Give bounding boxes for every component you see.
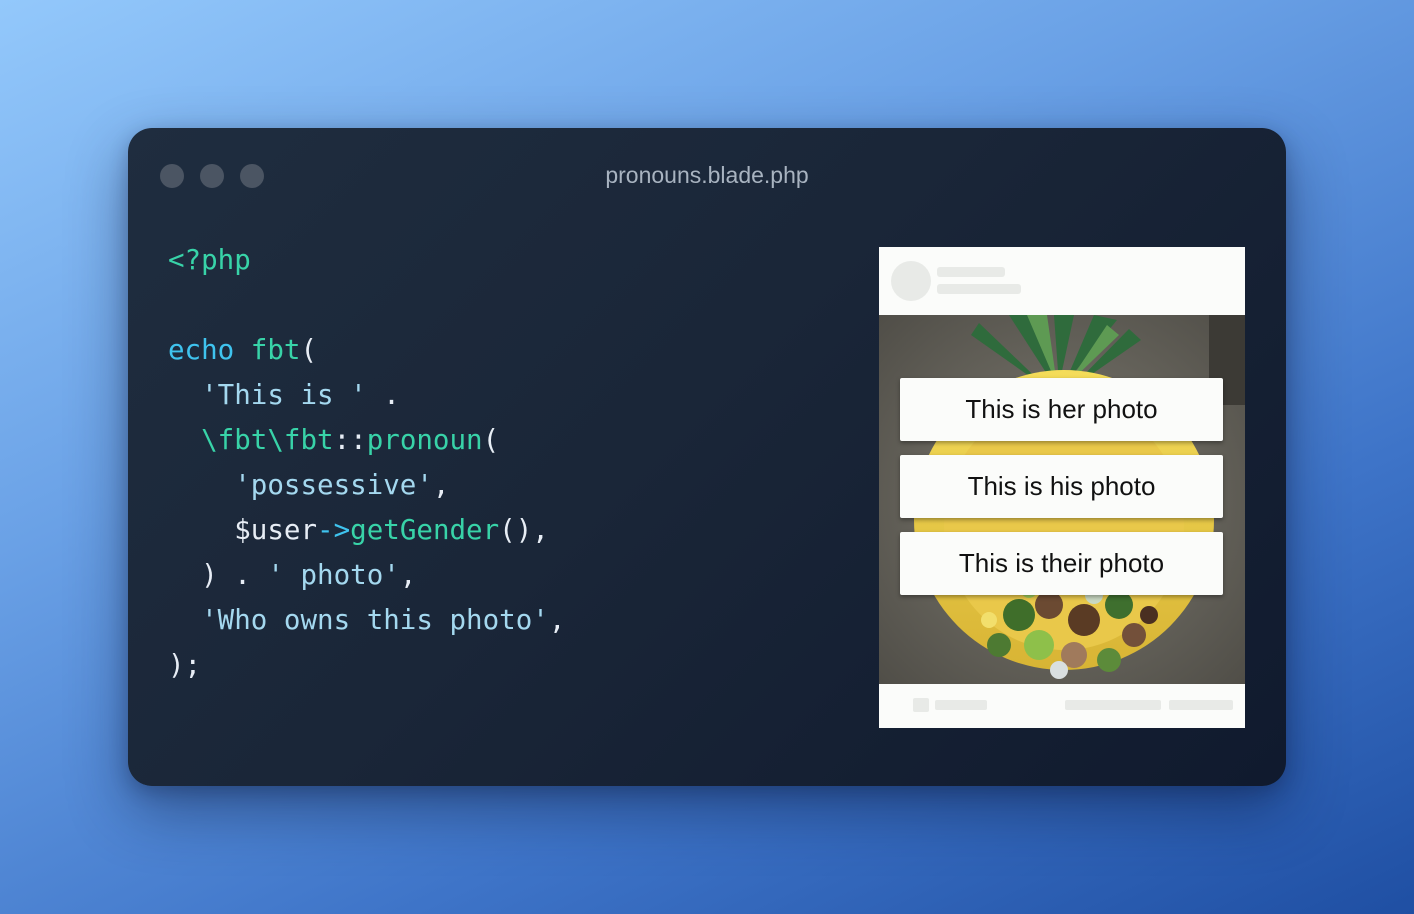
code-token: ); [168,649,202,681]
code-line: <?php [168,238,565,283]
code-token: , [432,469,450,501]
name-placeholder [937,267,1005,277]
code-token: ( [482,424,500,456]
post-footer-placeholder [879,684,1245,728]
code-token: , [548,604,566,636]
code-token: . [366,379,400,411]
code-token: ) . [201,559,268,591]
code-token: pronoun [366,424,483,456]
code-token: 'possessive' [234,469,433,501]
like-count-placeholder [935,700,987,710]
code-token: 'Who owns this photo' [201,604,549,636]
code-token: ' photo' [267,559,400,591]
code-block: <?php echo fbt( 'This is ' . \fbt\fbt::pr… [168,238,565,688]
code-line: ) . ' photo', [168,553,565,598]
like-placeholder [913,698,929,712]
code-line: \fbt\fbt::pronoun( [168,418,565,463]
code-token: fbt [250,334,301,366]
code-line: 'This is ' . [168,373,565,418]
comments-placeholder [1065,700,1161,710]
pineapple-food-photo: This is her photo This is his photo This… [879,315,1245,684]
code-token: -> [317,514,351,546]
option-his-photo[interactable]: This is his photo [900,455,1223,518]
code-token: <?php [168,244,251,276]
code-token: :: [333,424,367,456]
shares-placeholder [1169,700,1233,710]
window-title: pronouns.blade.php [605,162,809,188]
code-token: $user [234,514,318,546]
meta-placeholder [937,284,1021,294]
code-line: echo fbt( [168,328,565,373]
code-window: pronouns.blade.php <?php echo fbt( 'This … [128,128,1286,786]
post-header-placeholder [879,247,1245,315]
code-token: 'This is ' [201,379,367,411]
avatar-placeholder [891,261,931,301]
post-preview-image: This is her photo This is his photo This… [879,247,1245,728]
code-token: getGender [350,514,500,546]
option-her-photo[interactable]: This is her photo [900,378,1223,441]
code-token: (), [499,514,549,546]
code-line: $user->getGender(), [168,508,565,553]
code-token: , [399,559,417,591]
code-line: 'possessive', [168,463,565,508]
code-token: ( [300,334,318,366]
code-token: \fbt\fbt [201,424,334,456]
option-their-photo[interactable]: This is their photo [900,532,1223,595]
code-line: 'Who owns this photo', [168,598,565,643]
code-line: ); [168,643,565,688]
code-token: echo [168,334,235,366]
